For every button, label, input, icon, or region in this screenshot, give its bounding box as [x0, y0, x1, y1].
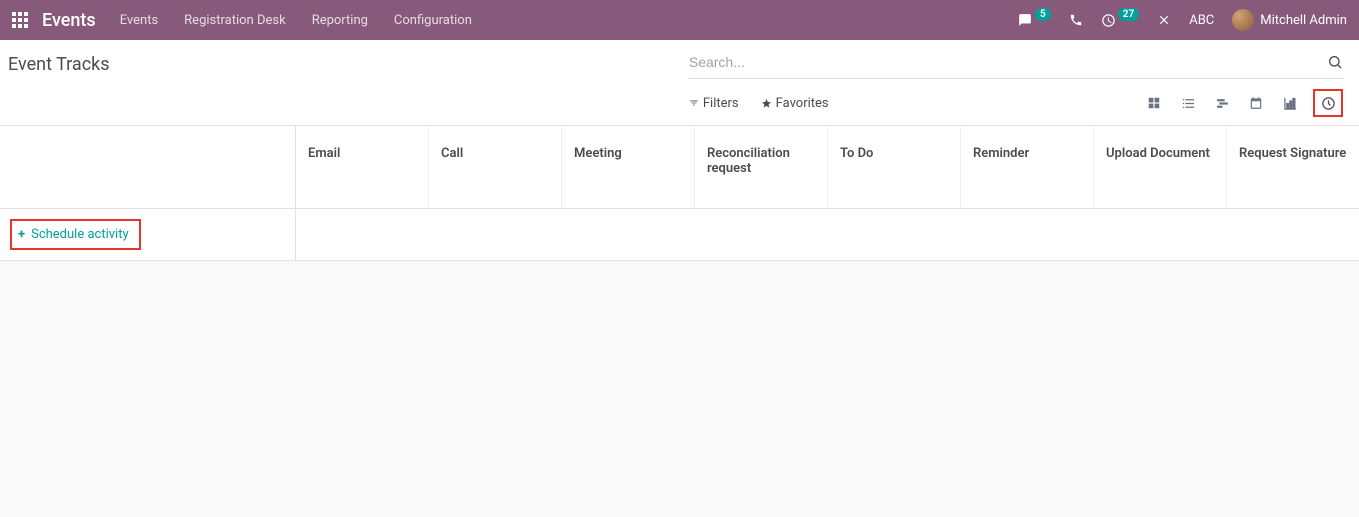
user-name: Mitchell Admin [1260, 13, 1347, 28]
user-menu[interactable]: Mitchell Admin [1232, 9, 1347, 31]
page-title: Event Tracks [8, 54, 689, 75]
view-calendar-icon[interactable] [1245, 92, 1267, 114]
nav-link-registration-desk[interactable]: Registration Desk [184, 13, 286, 28]
phone-icon[interactable] [1069, 13, 1083, 27]
col-todo: To Do [828, 126, 961, 208]
activities-badge: 27 [1118, 8, 1139, 21]
col-reminder: Reminder [961, 126, 1094, 208]
search-box[interactable] [689, 50, 1343, 79]
col-meeting: Meeting [562, 126, 695, 208]
plus-icon: + [18, 227, 25, 242]
nav-link-reporting[interactable]: Reporting [312, 13, 368, 28]
activity-view: Email Call Meeting Reconciliation reques… [0, 125, 1359, 261]
messages-badge: 5 [1035, 8, 1051, 21]
view-kanban-icon[interactable] [1143, 92, 1165, 114]
activities-icon[interactable]: 27 [1101, 13, 1139, 28]
apps-icon[interactable] [12, 12, 28, 28]
close-icon[interactable] [1157, 13, 1171, 27]
nav-link-events[interactable]: Events [120, 13, 158, 28]
favorites-button[interactable]: Favorites [761, 96, 829, 111]
messages-icon[interactable]: 5 [1017, 13, 1051, 27]
search-input[interactable] [689, 50, 1327, 74]
avatar [1232, 9, 1254, 31]
view-list-icon[interactable] [1177, 92, 1199, 114]
filters-label: Filters [703, 96, 739, 111]
activity-header-row: Email Call Meeting Reconciliation reques… [0, 126, 1359, 209]
view-gantt-icon[interactable] [1211, 92, 1233, 114]
col-reconciliation: Reconciliation request [695, 126, 828, 208]
company-switcher[interactable]: ABC [1189, 13, 1214, 28]
search-icon[interactable] [1327, 54, 1343, 70]
schedule-activity-button[interactable]: + Schedule activity [10, 219, 141, 250]
app-brand[interactable]: Events [42, 10, 96, 31]
filters-button[interactable]: Filters [689, 96, 739, 111]
top-navbar: Events Events Registration Desk Reportin… [0, 0, 1359, 40]
col-email: Email [296, 126, 429, 208]
nav-right: 5 27 ABC Mitchell Admin [1017, 9, 1347, 31]
activity-empty-row: + Schedule activity [0, 209, 1359, 261]
col-request-signature: Request Signature [1227, 126, 1359, 208]
activity-header-empty [0, 126, 296, 208]
control-panel: Event Tracks Filters Favorites [0, 40, 1359, 125]
view-graph-icon[interactable] [1279, 92, 1301, 114]
favorites-label: Favorites [776, 96, 829, 111]
nav-link-configuration[interactable]: Configuration [394, 13, 472, 28]
view-switcher [1143, 89, 1343, 117]
nav-links: Events Registration Desk Reporting Confi… [120, 13, 1017, 28]
col-call: Call [429, 126, 562, 208]
col-upload-document: Upload Document [1094, 126, 1227, 208]
view-activity-icon[interactable] [1313, 89, 1343, 117]
schedule-activity-label: Schedule activity [31, 227, 129, 242]
